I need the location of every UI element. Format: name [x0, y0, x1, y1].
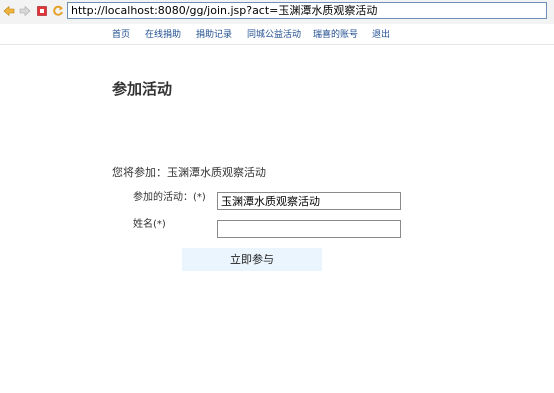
back-arrow-icon[interactable] — [3, 5, 15, 17]
name-label: 姓名(*) — [133, 219, 166, 230]
nav-link-donation-records[interactable]: 捐助记录 — [196, 30, 232, 41]
address-bar[interactable]: http://localhost:8080/gg/join.jsp?act=玉渊… — [67, 2, 547, 19]
page-title: 参加活动 — [112, 80, 173, 98]
nav-link-my-account[interactable]: 瑞喜的账号 — [313, 30, 358, 41]
page: http://localhost:8080/gg/join.jsp?act=玉渊… — [0, 0, 554, 393]
forward-arrow-icon[interactable] — [19, 5, 31, 17]
refresh-icon[interactable] — [52, 5, 64, 17]
browser-toolbar: http://localhost:8080/gg/join.jsp?act=玉渊… — [0, 0, 554, 24]
join-now-button[interactable]: 立即参与 — [182, 248, 322, 271]
nav-link-online-donation[interactable]: 在线捐助 — [145, 30, 181, 41]
nav-link-logout[interactable]: 退出 — [372, 30, 390, 41]
activity-label: 参加的活动：(*) — [133, 192, 206, 203]
intro-text: 您将参加：玉渊潭水质观察活动 — [112, 166, 266, 179]
site-nav: 首页 在线捐助 捐助记录 同城公益活动 瑞喜的账号 退出 — [0, 24, 554, 45]
nav-link-home[interactable]: 首页 — [112, 30, 130, 41]
activity-field[interactable] — [217, 192, 401, 210]
nav-link-city-activities[interactable]: 同城公益活动 — [247, 30, 301, 41]
name-field[interactable] — [217, 220, 401, 238]
stop-icon[interactable] — [36, 5, 48, 17]
